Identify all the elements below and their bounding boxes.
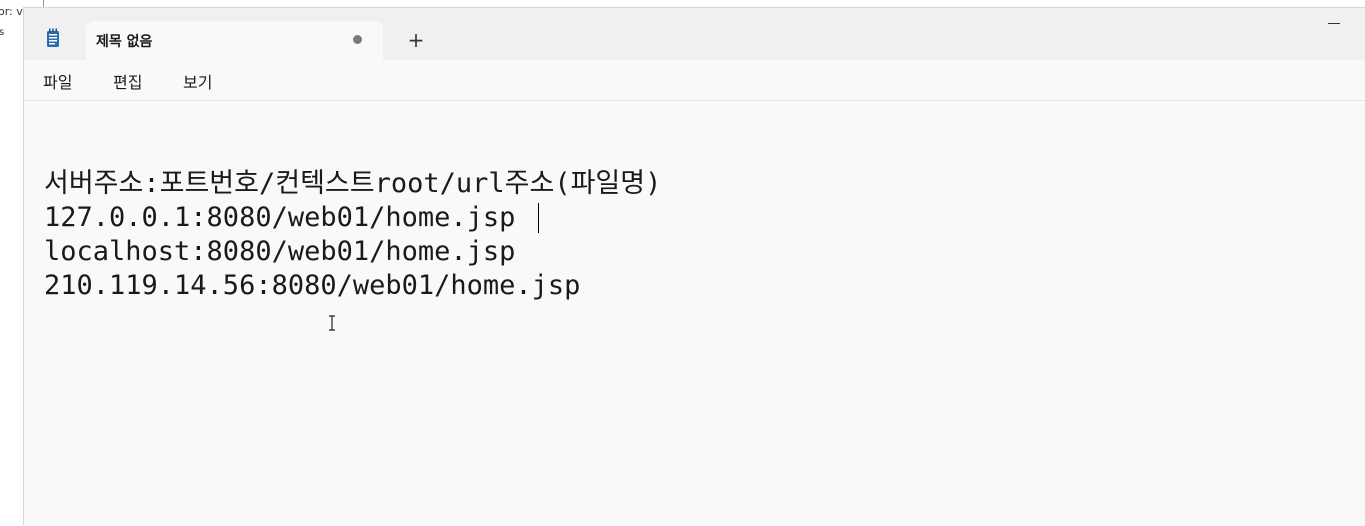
text-caret (538, 203, 539, 233)
background-text: or: v (0, 5, 23, 18)
menu-file[interactable]: 파일 (43, 69, 72, 93)
menu-edit[interactable]: 편집 (113, 69, 142, 93)
editor-line: 127.0.0.1:8080/web01/home.jsp (44, 202, 516, 233)
tab-untitled[interactable]: 제목 없음 (86, 21, 383, 60)
tab-title: 제목 없음 (96, 34, 153, 50)
notepad-window: 제목 없음 + 파일 편집 보기 서버주소:포트번호/컨텍스트root/url주… (23, 7, 1365, 526)
plus-icon: + (407, 28, 425, 52)
minimize-button[interactable] (1322, 18, 1344, 28)
unsaved-dot-icon[interactable] (353, 35, 362, 44)
background-window: or: v s (0, 0, 24, 525)
editor-line: 서버주소:포트번호/컨텍스트root/url주소(파일명) (44, 168, 662, 199)
editor-line: localhost:8080/web01/home.jsp (44, 236, 516, 267)
title-bar: 제목 없음 + (24, 8, 1365, 60)
text-editor[interactable]: 서버주소:포트번호/컨텍스트root/url주소(파일명) 127.0.0.1:… (24, 101, 1365, 526)
text-cursor-icon (329, 315, 335, 331)
new-tab-button[interactable]: + (404, 28, 428, 52)
menu-bar: 파일 편집 보기 (24, 60, 1365, 101)
background-mark: s (0, 27, 5, 38)
editor-line: 210.119.14.56:8080/web01/home.jsp (44, 270, 581, 301)
menu-view[interactable]: 보기 (183, 69, 212, 93)
notepad-icon (47, 28, 59, 47)
